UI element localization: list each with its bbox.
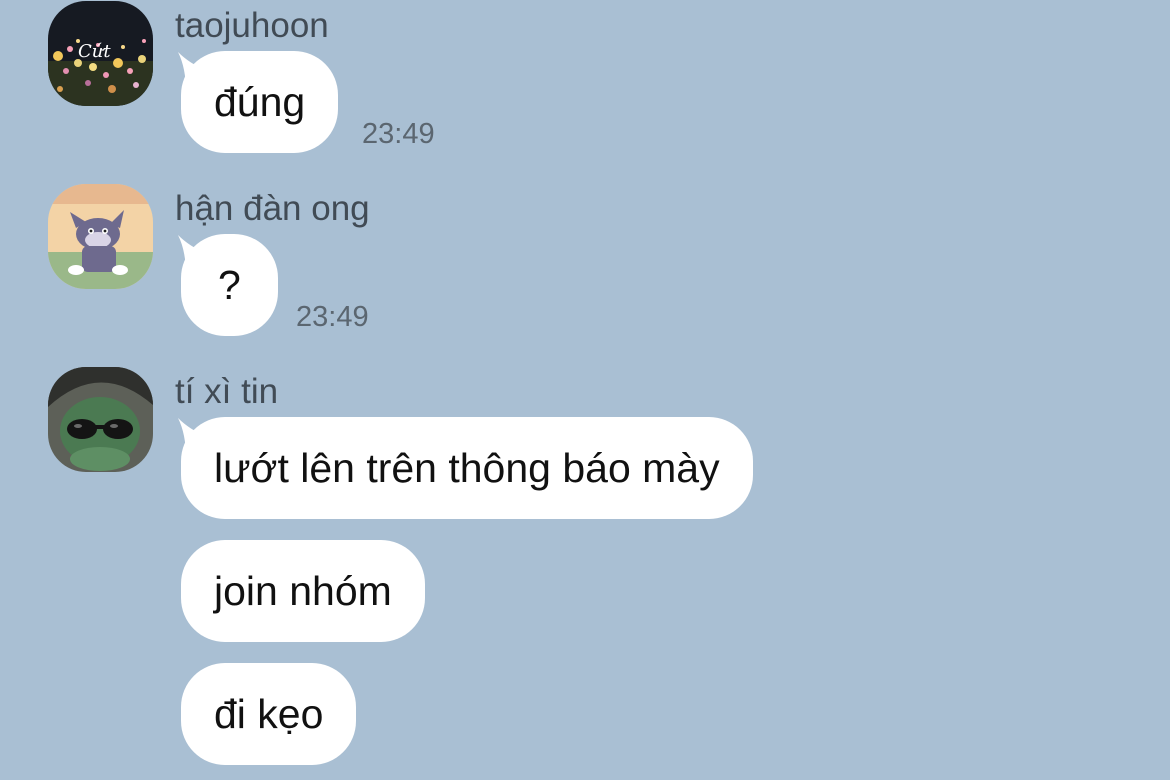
- message-bubble[interactable]: đúng: [181, 51, 339, 153]
- frog-with-sunglasses-avatar-icon: [48, 367, 153, 472]
- sender-name: hận đàn ong: [175, 189, 370, 228]
- sender-name: tí xì tin: [175, 372, 279, 411]
- message-bubble[interactable]: ?: [181, 234, 278, 336]
- avatar-han-dan-ong[interactable]: [48, 184, 153, 289]
- avatar-caption: Cứt: [78, 41, 111, 62]
- message-time: 23:49: [362, 118, 435, 150]
- cartoon-cat-avatar-icon: [48, 184, 153, 289]
- avatar-ti-xi-tin[interactable]: [48, 367, 153, 472]
- message-bubble[interactable]: join nhóm: [181, 540, 425, 642]
- message-bubble[interactable]: lướt lên trên thông báo mày: [181, 417, 753, 519]
- message-bubble[interactable]: đi kẹo: [181, 663, 357, 765]
- message-time: 23:49: [296, 301, 369, 333]
- sender-name: taojuhoon: [175, 6, 329, 45]
- avatar-taojuhoon[interactable]: Cứt: [48, 1, 153, 106]
